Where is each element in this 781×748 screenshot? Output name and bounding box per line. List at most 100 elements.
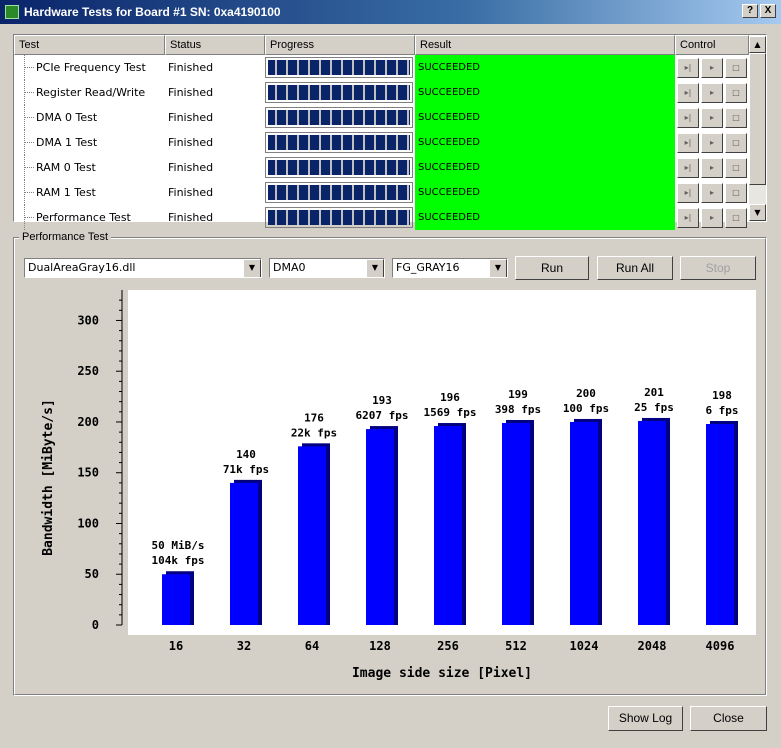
- bar-fps-label: 71k fps: [223, 463, 269, 476]
- play-button[interactable]: ▸: [701, 133, 723, 153]
- x-tick-label: 2048: [638, 639, 667, 653]
- list-scrollbar[interactable]: ▲ ▼: [749, 36, 766, 221]
- y-tick-label: 150: [77, 466, 99, 480]
- chevron-down-icon[interactable]: ▼: [366, 259, 384, 277]
- x-tick-label: 1024: [570, 639, 599, 653]
- x-tick-label: 512: [505, 639, 527, 653]
- step-button[interactable]: ▸|: [677, 158, 699, 178]
- stop-test-button[interactable]: □: [725, 58, 747, 78]
- test-name: Register Read/Write: [36, 86, 146, 99]
- test-list[interactable]: Test Status Progress Result Control PCIe…: [13, 34, 767, 230]
- scroll-thumb[interactable]: [749, 53, 766, 185]
- stop-test-button[interactable]: □: [725, 133, 747, 153]
- table-row[interactable]: RAM 1 Test Finished SUCCEEDED ▸| ▸ □: [14, 180, 748, 205]
- test-result: SUCCEEDED: [415, 80, 675, 105]
- test-status: Finished: [168, 161, 214, 174]
- dma-select-value: DMA0: [273, 261, 306, 274]
- test-result: SUCCEEDED: [415, 180, 675, 205]
- close-button[interactable]: Close: [690, 706, 767, 731]
- step-button[interactable]: ▸|: [677, 83, 699, 103]
- test-progress-bar: [265, 57, 413, 78]
- format-select[interactable]: FG_GRAY16 ▼: [392, 258, 508, 278]
- test-status: Finished: [168, 111, 214, 124]
- app-icon: [5, 5, 19, 19]
- bandwidth-chart-svg: Bandwidth [MiByte/s] Image side size [Pi…: [41, 290, 777, 681]
- scroll-down-button[interactable]: ▼: [749, 204, 766, 221]
- play-button[interactable]: ▸: [701, 83, 723, 103]
- scroll-up-button[interactable]: ▲: [749, 36, 766, 53]
- play-button[interactable]: ▸: [701, 183, 723, 203]
- chevron-down-icon[interactable]: ▼: [243, 259, 261, 277]
- test-status: Finished: [168, 86, 214, 99]
- y-tick-label: 100: [77, 516, 99, 530]
- stop-test-button[interactable]: □: [725, 158, 747, 178]
- test-progress-bar: [265, 157, 413, 178]
- test-progress-bar: [265, 182, 413, 203]
- test-progress-bar: [265, 82, 413, 103]
- column-header-control[interactable]: Control: [675, 35, 749, 55]
- chevron-down-icon[interactable]: ▼: [489, 259, 507, 277]
- y-tick-label: 300: [77, 313, 99, 327]
- bar-value-label: 200: [576, 387, 596, 400]
- stop-test-button[interactable]: □: [725, 108, 747, 128]
- bar-fps-label: 6 fps: [705, 404, 738, 417]
- stop-test-button[interactable]: □: [725, 83, 747, 103]
- step-button[interactable]: ▸|: [677, 208, 699, 228]
- table-row[interactable]: RAM 0 Test Finished SUCCEEDED ▸| ▸ □: [14, 155, 748, 180]
- bar-fps-label: 100 fps: [563, 402, 609, 415]
- bar: [434, 426, 462, 625]
- y-tick-label: 250: [77, 364, 99, 378]
- table-row[interactable]: Register Read/Write Finished SUCCEEDED ▸| ▸ □: [14, 80, 748, 105]
- bar-value-label: 196: [440, 391, 460, 404]
- step-button[interactable]: ▸|: [677, 108, 699, 128]
- column-header-progress[interactable]: Progress: [265, 35, 415, 55]
- column-header-result[interactable]: Result: [415, 35, 675, 55]
- play-button[interactable]: ▸: [701, 208, 723, 228]
- column-header-status[interactable]: Status: [165, 35, 265, 55]
- test-progress-bar: [265, 132, 413, 153]
- column-header-test[interactable]: Test: [14, 35, 165, 55]
- table-row[interactable]: Performance Test Finished SUCCEEDED ▸| ▸ □: [14, 205, 748, 230]
- table-row[interactable]: DMA 1 Test Finished SUCCEEDED ▸| ▸ □: [14, 130, 748, 155]
- show-log-button[interactable]: Show Log: [608, 706, 683, 731]
- x-tick-label: 32: [237, 639, 251, 653]
- bar-fps-label: 22k fps: [291, 426, 337, 439]
- play-button[interactable]: ▸: [701, 108, 723, 128]
- close-window-button[interactable]: X: [760, 4, 776, 18]
- stop-test-button[interactable]: □: [725, 208, 747, 228]
- step-button[interactable]: ▸|: [677, 58, 699, 78]
- test-progress-bar: [265, 207, 413, 228]
- play-button[interactable]: ▸: [701, 58, 723, 78]
- test-result: SUCCEEDED: [415, 130, 675, 155]
- bar: [366, 429, 394, 625]
- bar: [638, 420, 666, 625]
- table-row[interactable]: DMA 0 Test Finished SUCCEEDED ▸| ▸ □: [14, 105, 748, 130]
- test-name: Performance Test: [36, 211, 131, 224]
- x-tick-label: 64: [305, 639, 319, 653]
- bar-value-label: 176: [304, 411, 324, 424]
- run-all-button[interactable]: Run All: [597, 256, 673, 280]
- play-button[interactable]: ▸: [701, 158, 723, 178]
- table-row[interactable]: PCIe Frequency Test Finished SUCCEEDED ▸| ▸ □: [14, 55, 748, 80]
- bar-value-label: 193: [372, 394, 392, 407]
- bar: [570, 421, 598, 625]
- stop-button[interactable]: Stop: [680, 256, 756, 280]
- help-button[interactable]: ?: [742, 4, 758, 18]
- title-bar[interactable]: Hardware Tests for Board #1 SN: 0xa41901…: [0, 0, 781, 24]
- step-button[interactable]: ▸|: [677, 133, 699, 153]
- step-button[interactable]: ▸|: [677, 183, 699, 203]
- window-title: Hardware Tests for Board #1 SN: 0xa41901…: [24, 5, 281, 19]
- bar: [298, 446, 326, 625]
- run-button[interactable]: Run: [515, 256, 589, 280]
- stop-test-button[interactable]: □: [725, 183, 747, 203]
- performance-group-title: Performance Test: [19, 231, 112, 243]
- x-axis-label: Image side size [Pixel]: [352, 666, 532, 681]
- dma-select[interactable]: DMA0 ▼: [269, 258, 385, 278]
- bar: [706, 424, 734, 625]
- test-status: Finished: [168, 211, 214, 224]
- test-result: SUCCEEDED: [415, 155, 675, 180]
- applet-select[interactable]: DualAreaGray16.dll ▼: [24, 258, 262, 278]
- bar-fps-label: 6207 fps: [356, 409, 409, 422]
- bar-fps-label: 25 fps: [634, 401, 674, 414]
- bar-fps-label: 104k fps: [152, 554, 205, 567]
